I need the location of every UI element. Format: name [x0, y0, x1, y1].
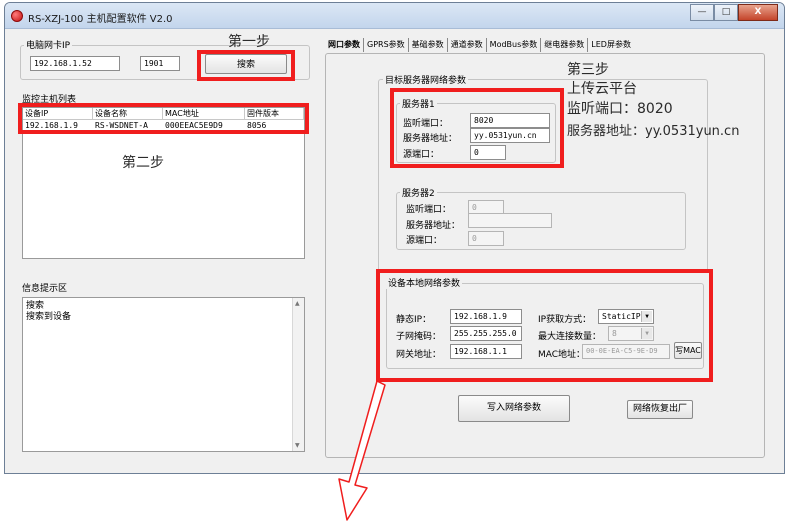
tab-channel[interactable]: 通道参数 — [448, 38, 487, 52]
server2-src-port-label: 源端口： — [406, 236, 443, 246]
annotation-step3-line2: 监听端口：8020 — [567, 101, 673, 117]
info-scrollbar[interactable]: ▲ ▼ — [292, 298, 304, 451]
info-line: 搜索 — [26, 301, 45, 311]
info-area-label: 信息提示区 — [22, 284, 68, 294]
tab-modbus[interactable]: ModBus参数 — [487, 38, 542, 52]
info-line: 搜索到设备 — [26, 312, 72, 322]
annotation-step3-line1: 上传云平台 — [567, 81, 637, 97]
highlight-step1 — [197, 50, 295, 81]
annotation-step1: 第一步 — [228, 34, 270, 50]
info-textarea[interactable]: 搜索 搜索到设备 ▲ ▼ — [22, 297, 305, 452]
close-button[interactable]: X — [738, 4, 778, 21]
tab-network[interactable]: 网口参数 — [325, 38, 364, 52]
restore-network-defaults-button[interactable]: 网络恢复出厂 — [627, 400, 693, 419]
annotation-step2: 第二步 — [122, 155, 164, 171]
highlight-local-network — [376, 269, 713, 382]
pc-port-field[interactable]: 1901 — [140, 56, 180, 71]
scroll-up-icon[interactable]: ▲ — [295, 300, 300, 307]
pc-nic-group-title: 电脑网卡IP — [24, 38, 73, 51]
annotation-step3-title: 第三步 — [567, 62, 609, 78]
write-network-params-button[interactable]: 写入网络参数 — [458, 395, 570, 422]
server2-src-port-field[interactable]: 0 — [468, 231, 504, 246]
scroll-down-icon[interactable]: ▼ — [295, 442, 300, 449]
target-server-group-title: 目标服务器网络参数 — [383, 73, 469, 86]
highlight-step3 — [390, 88, 564, 168]
maximize-button[interactable]: □ — [714, 4, 738, 21]
tab-gprs[interactable]: GPRS参数 — [364, 38, 409, 52]
tab-relay[interactable]: 继电器参数 — [541, 38, 589, 52]
pc-ip-field[interactable]: 192.168.1.52 — [30, 56, 120, 71]
server2-address-field[interactable] — [468, 213, 552, 228]
server2-title: 服务器2 — [400, 186, 437, 199]
tab-strip: 网口参数 GPRS参数 基础参数 通道参数 ModBus参数 继电器参数 LED… — [325, 38, 634, 52]
down-arrow-icon — [338, 380, 386, 521]
window-title: RS-XZJ-100 主机配置软件 V2.0 — [28, 14, 173, 25]
tab-basic[interactable]: 基础参数 — [409, 38, 448, 52]
server2-address-label: 服务器地址： — [406, 221, 461, 231]
annotation-step3-line3: 服务器地址：yy.0531yun.cn — [567, 124, 740, 139]
minimize-button[interactable]: — — [690, 4, 714, 21]
app-logo-icon — [11, 10, 23, 22]
tab-led[interactable]: LED屏参数 — [588, 38, 634, 52]
server2-listen-port-label: 监听端口： — [406, 205, 452, 215]
highlight-step2 — [18, 103, 309, 134]
title-bar[interactable]: RS-XZJ-100 主机配置软件 V2.0 — □ X — [5, 3, 784, 29]
